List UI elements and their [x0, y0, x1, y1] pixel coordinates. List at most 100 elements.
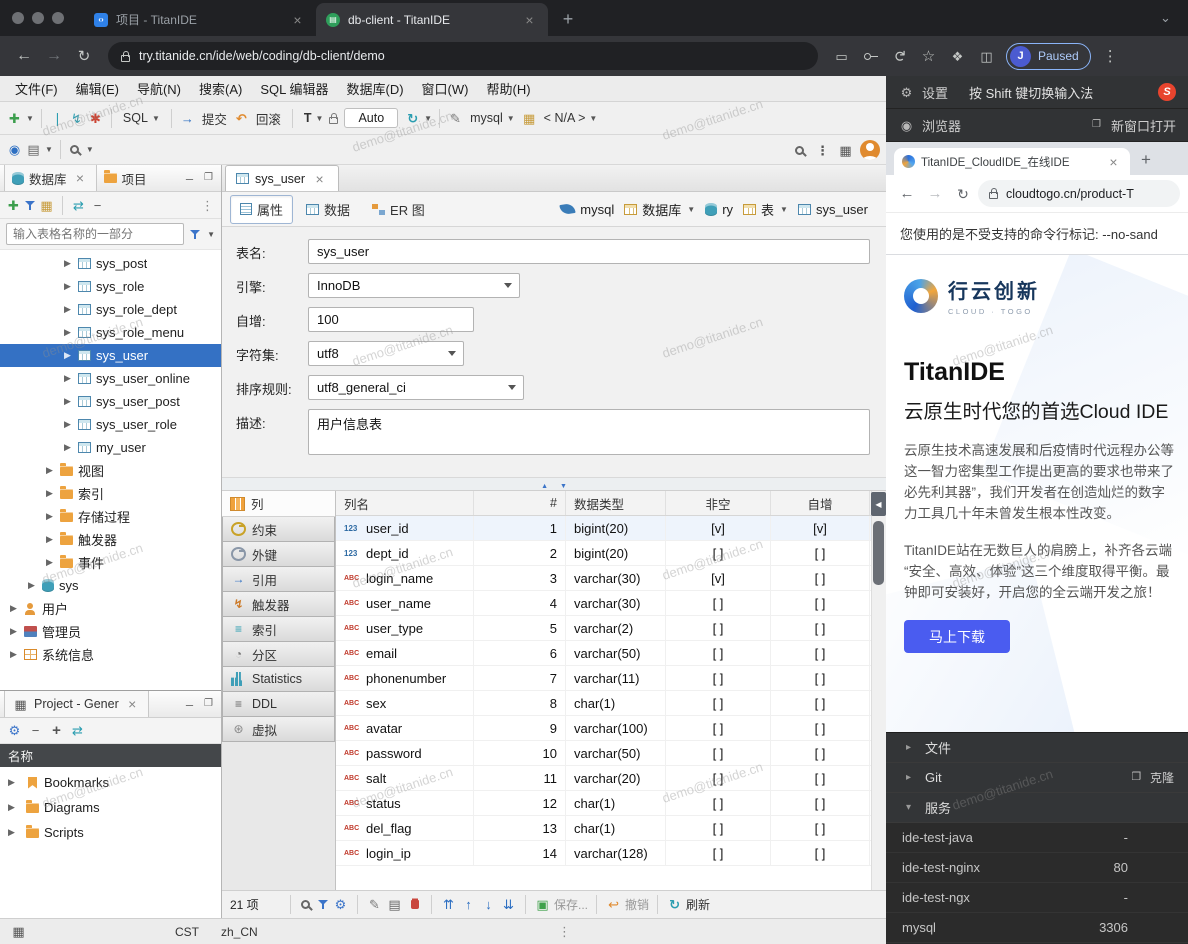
column-notnull-checkbox[interactable]: [ ]	[666, 641, 771, 665]
tree-item[interactable]: 系统信息	[0, 643, 221, 666]
table-row[interactable]: email 6 varchar(50) [ ] [ ]	[336, 641, 886, 666]
column-autoinc-checkbox[interactable]: [ ]	[771, 841, 870, 865]
chevron-down-icon[interactable]: ▼	[424, 114, 432, 123]
expand-arrow-icon[interactable]	[64, 373, 77, 384]
filter-icon[interactable]	[317, 899, 329, 910]
link-icon[interactable]	[69, 722, 86, 740]
column-autoinc-checkbox[interactable]: [ ]	[771, 666, 870, 690]
expand-arrow-icon[interactable]	[28, 580, 41, 591]
breadcrumb-table[interactable]: sys_user	[798, 202, 868, 217]
menu-item[interactable]: 窗口(W)	[413, 79, 478, 98]
expand-arrow-icon[interactable]	[64, 327, 77, 338]
tree-item[interactable]: 事件	[0, 551, 221, 574]
menu-item[interactable]: 数据库(D)	[338, 79, 413, 98]
delete-row-icon[interactable]	[406, 896, 423, 914]
expand-arrow-icon[interactable]	[64, 350, 77, 361]
service-row[interactable]: mysql 3306	[886, 913, 1188, 943]
column-autoinc-checkbox[interactable]: [ ]	[771, 616, 870, 640]
filter-icon[interactable]	[24, 200, 36, 211]
open-new-window-label[interactable]: 新窗口打开	[1111, 116, 1176, 135]
open-new-window-icon[interactable]	[1088, 116, 1105, 134]
new-folder-icon[interactable]	[38, 196, 55, 214]
vertical-scrollbar[interactable]	[871, 491, 886, 890]
menu-item[interactable]: 导航(N)	[128, 79, 190, 98]
column-header-notnull[interactable]: 非空	[666, 491, 771, 515]
expand-arrow-icon[interactable]	[46, 534, 59, 545]
maximize-panel-icon[interactable]	[200, 169, 217, 187]
profile-badge[interactable]: J Paused	[1006, 43, 1091, 70]
schema-select[interactable]: < N/A >▼	[540, 111, 602, 125]
filter-icon[interactable]	[189, 229, 201, 240]
collation-select[interactable]: utf8_general_ci	[308, 375, 524, 400]
chevron-down-icon[interactable]: ▼	[207, 230, 215, 239]
tree-item[interactable]: 索引	[0, 482, 221, 505]
refresh-button[interactable]: 刷新	[686, 896, 710, 913]
column-notnull-checkbox[interactable]: [ ]	[666, 541, 771, 565]
column-notnull-checkbox[interactable]: [ ]	[666, 766, 771, 790]
search-icon[interactable]	[301, 900, 310, 909]
table-row[interactable]: status 12 char(1) [ ] [ ]	[336, 791, 886, 816]
chevron-down-icon[interactable]: ▼	[45, 145, 53, 154]
edit-icon[interactable]	[447, 109, 464, 127]
reload-button[interactable]	[950, 181, 976, 207]
refresh-icon[interactable]	[666, 896, 683, 914]
back-button[interactable]	[894, 181, 920, 207]
clone-button[interactable]: 克隆	[1150, 769, 1174, 786]
column-notnull-checkbox[interactable]: [ ]	[666, 791, 771, 815]
expand-arrow-icon[interactable]	[46, 557, 59, 568]
tree-item[interactable]: sys_role_dept	[0, 298, 221, 321]
tab-data[interactable]: 数据	[297, 196, 359, 223]
column-notnull-checkbox[interactable]: [ ]	[666, 666, 771, 690]
breadcrumb-connection[interactable]: mysql	[560, 202, 614, 217]
column-header-name[interactable]: 列名	[336, 491, 474, 515]
tab-database[interactable]: 数据库	[4, 165, 97, 191]
input-method-icon[interactable]	[1158, 83, 1176, 101]
table-row[interactable]: user_type 5 varchar(2) [ ] [ ]	[336, 616, 886, 641]
expand-arrow-icon[interactable]	[64, 396, 77, 407]
tree-item[interactable]: sys_post	[0, 252, 221, 275]
collapse-icon[interactable]	[27, 722, 44, 740]
services-section[interactable]: 服务	[886, 793, 1188, 823]
files-section[interactable]: 文件	[886, 733, 1188, 763]
user-avatar[interactable]	[860, 140, 880, 160]
column-notnull-checkbox[interactable]: [ ]	[666, 741, 771, 765]
expand-arrow-icon[interactable]	[10, 626, 23, 637]
rollback-button[interactable]: 回滚	[252, 109, 285, 128]
save-button[interactable]: 保存...	[554, 896, 588, 913]
commit-icon[interactable]	[179, 109, 196, 127]
column-autoinc-checkbox[interactable]: [ ]	[771, 791, 870, 815]
column-header-autoinc[interactable]: 自增	[771, 491, 870, 515]
table-row[interactable]: password 10 varchar(50) [ ] [ ]	[336, 741, 886, 766]
expand-arrow-icon[interactable]	[46, 511, 59, 522]
forward-button[interactable]	[40, 42, 68, 70]
minimize-panel-icon[interactable]	[181, 169, 198, 187]
reload-button[interactable]	[70, 42, 98, 70]
more-actions-icon[interactable]	[814, 141, 831, 159]
tree-item[interactable]: 管理员	[0, 620, 221, 643]
menu-item[interactable]: 搜索(A)	[190, 79, 251, 98]
panel-menu-icon[interactable]	[199, 196, 216, 214]
first-row-icon[interactable]	[440, 896, 457, 914]
minimize-window-button[interactable]	[32, 12, 44, 24]
column-notnull-checkbox[interactable]: [ ]	[666, 691, 771, 715]
print-icon[interactable]	[25, 141, 42, 159]
grid-view-icon[interactable]	[386, 896, 403, 914]
table-row[interactable]: phonenumber 7 varchar(11) [ ] [ ]	[336, 666, 886, 691]
quick-search-icon[interactable]	[795, 146, 804, 155]
expand-arrow-icon[interactable]	[46, 488, 59, 499]
table-row[interactable]: dept_id 2 bigint(20) [ ] [ ]	[336, 541, 886, 566]
settings-icon[interactable]	[332, 896, 349, 914]
table-row[interactable]: sex 8 char(1) [ ] [ ]	[336, 691, 886, 716]
close-window-button[interactable]	[12, 12, 24, 24]
column-autoinc-checkbox[interactable]: [ ]	[771, 716, 870, 740]
auto-increment-input[interactable]	[308, 307, 474, 332]
gear-icon[interactable]	[898, 83, 915, 101]
column-autoinc-checkbox[interactable]: [ ]	[771, 816, 870, 840]
connection-select[interactable]: mysql▼	[466, 111, 519, 125]
tab-properties[interactable]: 属性	[230, 195, 293, 224]
expand-arrow-icon[interactable]	[8, 777, 21, 788]
column-autoinc-checkbox[interactable]: [v]	[771, 516, 870, 540]
service-row[interactable]: ide-test-nginx 80	[886, 853, 1188, 883]
breadcrumb-schema[interactable]: ry	[705, 202, 733, 217]
detail-nav-item[interactable]: 列	[222, 491, 335, 517]
